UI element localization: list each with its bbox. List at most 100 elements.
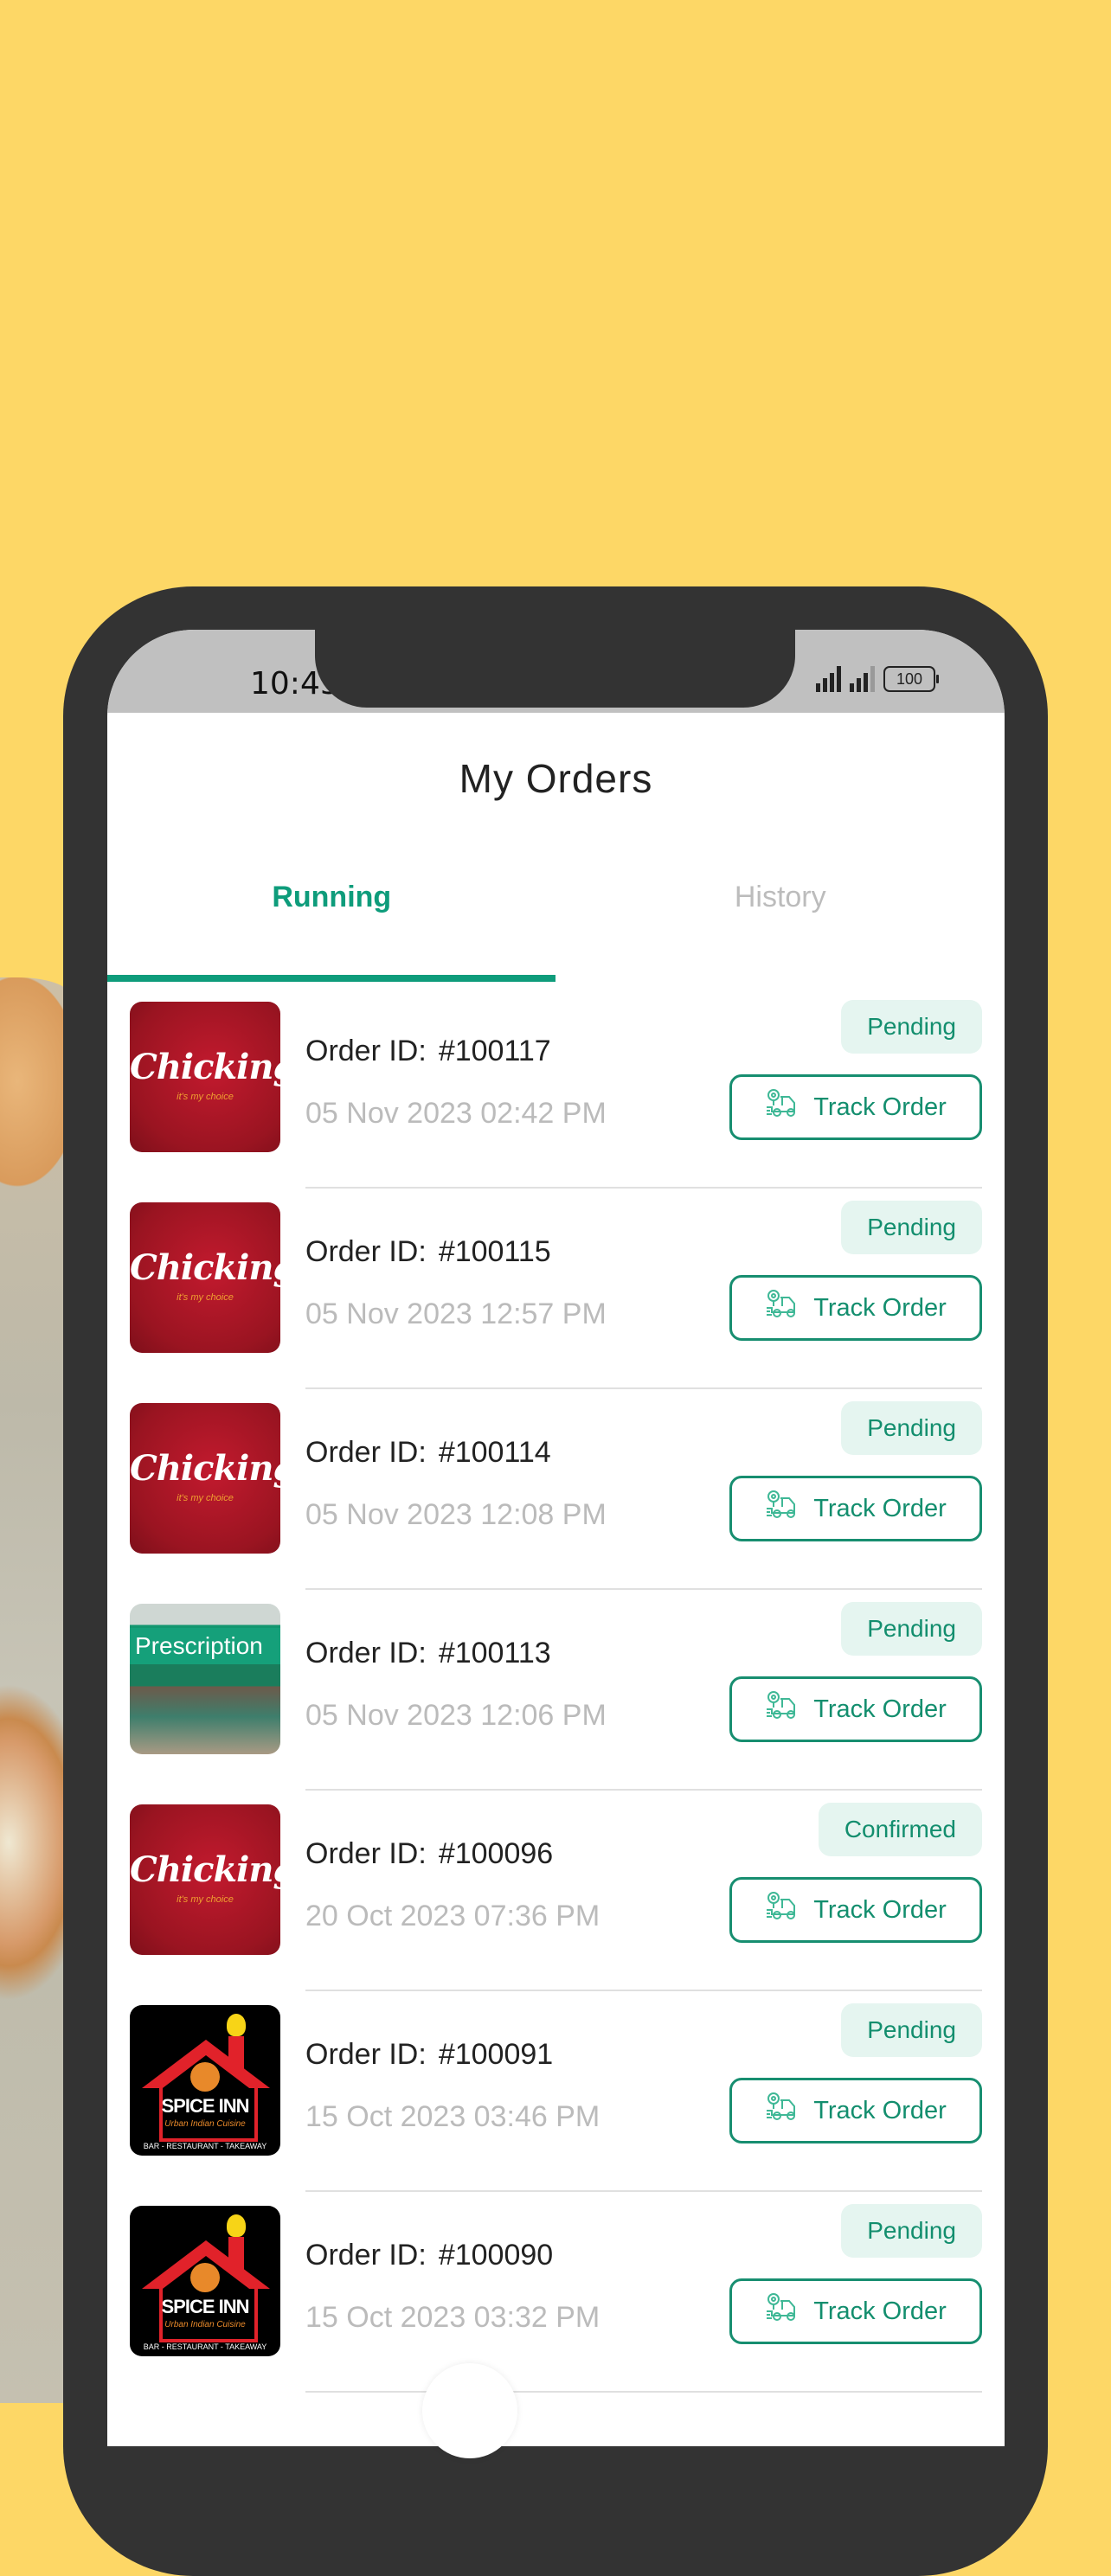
merchant-logo: SPICE INN Urban Indian Cuisine BAR - RES… <box>130 2005 280 2156</box>
merchant-name: Chicking <box>130 1448 280 1489</box>
status-badge: Pending <box>841 1000 982 1054</box>
status-badge: Pending <box>841 1401 982 1455</box>
track-order-button[interactable]: Track Order <box>729 1275 982 1341</box>
delivery-truck-icon <box>765 1289 803 1327</box>
merchant-tagline: it's my choice <box>177 1493 234 1503</box>
background-food-image <box>0 977 69 2403</box>
merchant-logo: SPICE INN Urban Indian Cuisine BAR - RES… <box>130 2206 280 2356</box>
order-id: Order ID: #100114 <box>305 1436 551 1470</box>
row-divider <box>305 1387 982 1389</box>
flame-icon <box>227 2214 246 2237</box>
track-order-label: Track Order <box>813 1093 947 1121</box>
merchant-tagline: it's my choice <box>177 1894 234 1905</box>
merchant-footer: BAR - RESTAURANT - TAKEAWAY <box>143 2342 267 2351</box>
track-order-button[interactable]: Track Order <box>729 1676 982 1742</box>
order-id-value: #100096 <box>438 1837 554 1870</box>
status-badge: Pending <box>841 1602 982 1656</box>
signal-icon-2 <box>850 666 875 692</box>
merchant-logo: Chicking it's my choice <box>130 1202 280 1353</box>
order-row[interactable]: SPICE INN Urban Indian Cuisine BAR - RES… <box>107 2194 1005 2394</box>
track-order-label: Track Order <box>813 1895 947 1924</box>
track-order-button[interactable]: Track Order <box>729 1877 982 1943</box>
merchant-tagline: it's my choice <box>177 1092 234 1102</box>
delivery-truck-icon <box>765 1690 803 1728</box>
delivery-truck-icon <box>765 2092 803 2130</box>
merchant-tagline: Urban Indian Cuisine <box>164 2320 246 2329</box>
order-datetime: 05 Nov 2023 12:57 PM <box>305 1298 607 1330</box>
order-datetime: 05 Nov 2023 12:08 PM <box>305 1498 607 1531</box>
merchant-name: Chicking <box>130 1247 280 1288</box>
order-id-label: Order ID: <box>305 1637 427 1669</box>
row-divider <box>305 1187 982 1189</box>
order-row[interactable]: Chicking it's my choice Order ID: #100115… <box>107 1190 1005 1391</box>
delivery-truck-icon <box>765 1490 803 1528</box>
track-order-button[interactable]: Track Order <box>729 1476 982 1541</box>
tab-history[interactable]: History <box>556 881 1005 914</box>
status-badge: Confirmed <box>818 1803 982 1856</box>
tab-running[interactable]: Running <box>107 881 556 914</box>
status-bar: 10:43 100 <box>107 630 1005 713</box>
order-id: Order ID: #100090 <box>305 2239 553 2272</box>
track-order-button[interactable]: Track Order <box>729 1074 982 1140</box>
order-row[interactable]: SPICE INN Urban Indian Cuisine BAR - RES… <box>107 1993 1005 2194</box>
order-datetime: 15 Oct 2023 03:46 PM <box>305 2100 600 2133</box>
order-id-label: Order ID: <box>305 1235 427 1268</box>
order-datetime: 05 Nov 2023 12:06 PM <box>305 1699 607 1732</box>
status-badge: Pending <box>841 2003 982 2057</box>
status-badge: Pending <box>841 2204 982 2258</box>
order-list: Chicking it's my choice Order ID: #100117… <box>107 990 1005 2394</box>
merchant-footer: BAR - RESTAURANT - TAKEAWAY <box>143 2142 267 2150</box>
scroll-top-button[interactable] <box>422 2363 517 2458</box>
order-row[interactable]: Chicking it's my choice Order ID: #100114… <box>107 1391 1005 1592</box>
order-datetime: 15 Oct 2023 03:32 PM <box>305 2301 600 2334</box>
page-title: My Orders <box>459 756 653 801</box>
order-datetime: 05 Nov 2023 02:42 PM <box>305 1097 607 1130</box>
status-badge: Pending <box>841 1201 982 1254</box>
order-id-label: Order ID: <box>305 1436 427 1469</box>
track-order-button[interactable]: Track Order <box>729 2078 982 2143</box>
app-screen: 10:43 100 My Orders Running History Chic… <box>107 630 1005 2446</box>
delivery-truck-icon <box>765 1088 803 1126</box>
battery-icon: 100 <box>883 666 939 692</box>
order-id-label: Order ID: <box>305 1035 427 1067</box>
merchant-name: Chicking <box>130 1047 280 1087</box>
cutlery-icon <box>190 2062 220 2092</box>
flame-icon <box>227 2014 246 2036</box>
order-id: Order ID: #100113 <box>305 1637 551 1670</box>
order-id-value: #100117 <box>438 1035 551 1067</box>
order-row[interactable]: Chicking it's my choice Order ID: #100117… <box>107 990 1005 1190</box>
order-id-value: #100091 <box>438 2038 554 2071</box>
delivery-truck-icon <box>765 2292 803 2330</box>
order-row[interactable]: Chicking it's my choice Order ID: #100096… <box>107 1792 1005 1993</box>
active-tab-indicator <box>107 975 556 982</box>
order-id-label: Order ID: <box>305 1837 427 1870</box>
merchant-logo: Prescription <box>130 1604 280 1754</box>
row-divider <box>305 1990 982 1991</box>
order-id-label: Order ID: <box>305 2038 427 2071</box>
order-id-value: #100115 <box>438 1235 551 1268</box>
track-order-label: Track Order <box>813 1293 947 1322</box>
delivery-truck-icon <box>765 1891 803 1929</box>
order-id-label: Order ID: <box>305 2239 427 2272</box>
merchant-tagline: it's my choice <box>177 1292 234 1303</box>
signal-icon <box>816 666 841 692</box>
order-id: Order ID: #100117 <box>305 1035 551 1068</box>
merchant-logo: Chicking it's my choice <box>130 1403 280 1554</box>
track-order-label: Track Order <box>813 2096 947 2124</box>
order-row[interactable]: Prescription Order ID: #100113 05 Nov 202… <box>107 1592 1005 1792</box>
order-id-value: #100090 <box>438 2239 554 2272</box>
camera-notch <box>315 630 795 708</box>
row-divider <box>305 1789 982 1791</box>
order-id: Order ID: #100096 <box>305 1837 553 1871</box>
merchant-name: Chicking <box>130 1849 280 1890</box>
merchant-name: SPICE INN <box>161 2095 249 2117</box>
order-datetime: 20 Oct 2023 07:36 PM <box>305 1900 600 1932</box>
merchant-name: Prescription <box>130 1628 280 1664</box>
track-order-label: Track Order <box>813 1695 947 1723</box>
order-id: Order ID: #100115 <box>305 1235 551 1269</box>
track-order-label: Track Order <box>813 1494 947 1522</box>
track-order-button[interactable]: Track Order <box>729 2278 982 2344</box>
order-id-value: #100113 <box>438 1637 551 1669</box>
tab-bar: Running History <box>107 881 1005 950</box>
row-divider <box>305 1588 982 1590</box>
